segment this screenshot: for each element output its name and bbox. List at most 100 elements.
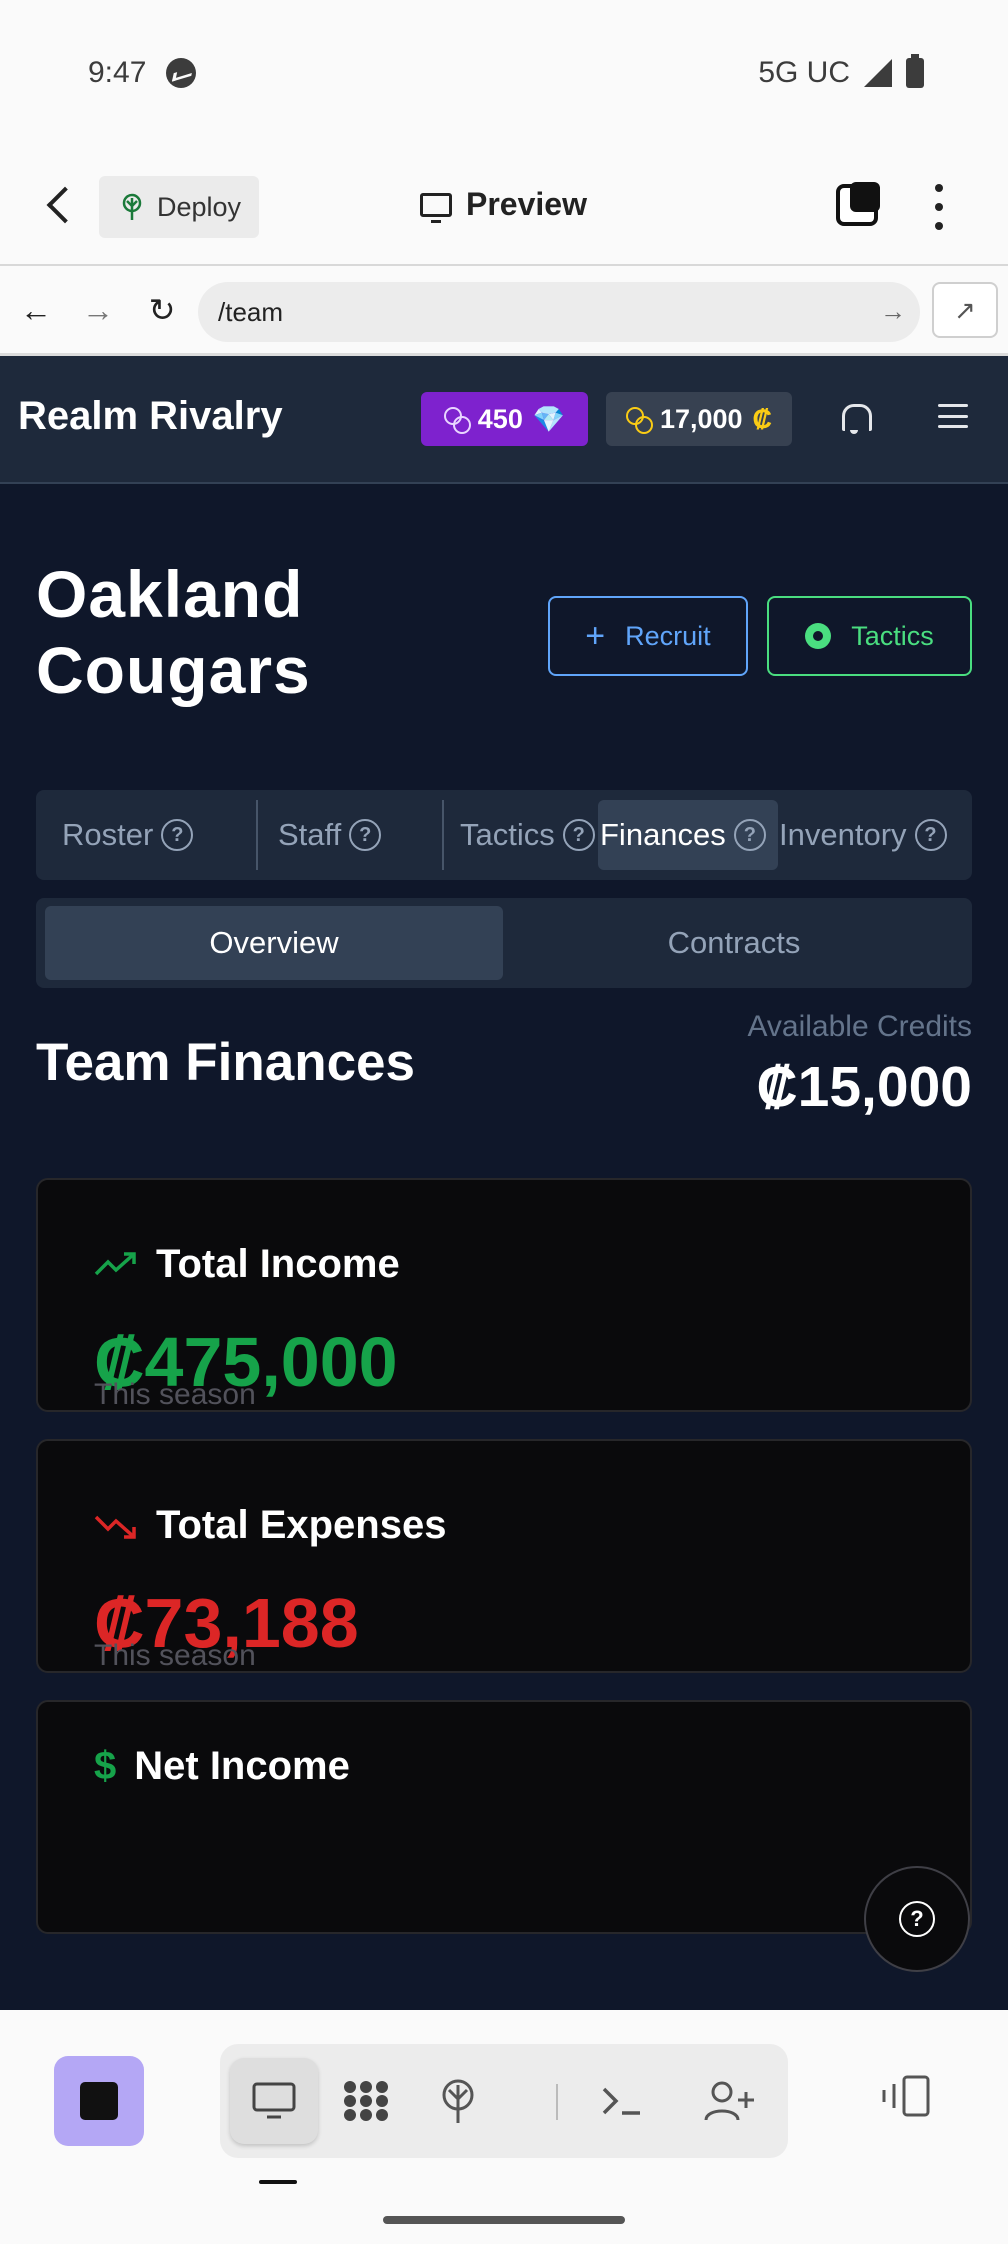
preview-title[interactable]: Preview bbox=[420, 186, 587, 223]
help-floating-button[interactable]: ? bbox=[864, 1866, 970, 1972]
deploy-tool-button[interactable] bbox=[414, 2058, 502, 2144]
url-text: /team bbox=[218, 296, 284, 327]
open-external-icon[interactable]: ↗ bbox=[932, 282, 998, 338]
help-circle-icon: ? bbox=[899, 1901, 935, 1937]
help-circle-icon[interactable]: ? bbox=[161, 819, 194, 851]
credit-symbol: ₡ bbox=[752, 403, 773, 434]
income-card: Total Income ₡475,000 This season bbox=[36, 1178, 972, 1412]
expenses-label: Total Expenses bbox=[156, 1503, 447, 1547]
tab-roster-label: Roster bbox=[62, 817, 154, 852]
reload-icon[interactable]: ↻ bbox=[140, 288, 184, 332]
messenger-icon bbox=[166, 58, 196, 88]
toolbar-divider bbox=[556, 2084, 558, 2120]
terminal-icon bbox=[602, 2087, 640, 2115]
income-period: This season bbox=[94, 1378, 256, 1411]
signal-icon bbox=[864, 59, 892, 87]
subtab-contracts[interactable]: Contracts bbox=[505, 906, 963, 980]
credits-badge[interactable]: 17,000 ₡ bbox=[606, 392, 792, 446]
more-options-icon[interactable] bbox=[934, 184, 944, 230]
deploy-label: Deploy bbox=[157, 191, 242, 222]
battery-icon bbox=[906, 54, 924, 88]
plus-icon: + bbox=[585, 617, 606, 655]
console-tool-button[interactable] bbox=[578, 2058, 666, 2144]
gems-badge[interactable]: 450 💎 bbox=[421, 392, 588, 446]
help-circle-icon[interactable]: ? bbox=[733, 819, 766, 851]
income-label: Total Income bbox=[156, 1242, 400, 1286]
deploy-button[interactable]: Deploy bbox=[99, 176, 259, 238]
invite-user-button[interactable] bbox=[686, 2058, 774, 2144]
tabs-switcher-icon[interactable] bbox=[836, 182, 880, 226]
home-indicator[interactable] bbox=[383, 2216, 625, 2224]
expenses-card-header: Total Expenses bbox=[94, 1503, 446, 1548]
tab-staff[interactable]: Staff ? bbox=[258, 800, 444, 870]
device-layout-icon[interactable] bbox=[880, 2074, 932, 2128]
bottom-toolbar bbox=[0, 2010, 1008, 2244]
split-view-icon bbox=[882, 2075, 930, 2117]
bell-icon[interactable] bbox=[838, 400, 872, 436]
hamburger-menu-icon[interactable] bbox=[938, 404, 968, 428]
income-card-header: Total Income bbox=[94, 1242, 400, 1287]
available-credits-value: ₡15,000 bbox=[756, 1055, 972, 1119]
gear-icon bbox=[805, 623, 832, 649]
status-indicators: 5G UC bbox=[758, 54, 924, 90]
status-bar: 9:47 5G UC bbox=[0, 0, 1008, 150]
tab-finances-label: Finances bbox=[600, 817, 726, 852]
expenses-card: Total Expenses ₡73,188 This season bbox=[36, 1439, 972, 1673]
net-income-card: $ Net Income bbox=[36, 1700, 972, 1934]
monitor-icon bbox=[420, 192, 452, 223]
tab-inventory-label: Inventory bbox=[779, 817, 907, 852]
preview-tool-button[interactable] bbox=[230, 2058, 318, 2144]
tab-inventory[interactable]: Inventory ? bbox=[779, 800, 969, 870]
app-bar: Deploy Preview bbox=[0, 150, 1008, 266]
tab-staff-label: Staff bbox=[278, 817, 342, 852]
browser-forward-icon[interactable]: → bbox=[76, 288, 120, 332]
monitor-icon bbox=[252, 2082, 296, 2119]
trending-up-icon bbox=[94, 1251, 136, 1275]
coins-icon bbox=[625, 407, 653, 434]
nodes-icon bbox=[344, 2081, 388, 2121]
section-title: Team Finances bbox=[36, 1033, 415, 1092]
recruit-button[interactable]: + Recruit bbox=[548, 596, 748, 676]
available-credits-label: Available Credits bbox=[747, 1010, 972, 1043]
help-circle-icon[interactable]: ? bbox=[562, 819, 595, 851]
sub-tabs: Overview Contracts bbox=[36, 898, 972, 988]
preview-label: Preview bbox=[466, 186, 587, 222]
site-header: Realm Rivalry 450 💎 17,000 ₡ bbox=[0, 356, 1008, 484]
tactics-button[interactable]: Tactics bbox=[767, 596, 972, 676]
stop-icon bbox=[80, 2082, 118, 2120]
tab-tactics-label: Tactics bbox=[460, 817, 555, 852]
gem-icon: 💎 bbox=[532, 403, 566, 434]
active-indicator bbox=[259, 2180, 297, 2184]
tool-group bbox=[220, 2044, 788, 2158]
deploy-tree-icon bbox=[122, 193, 142, 220]
brand-logo[interactable]: Realm Rivalry bbox=[18, 394, 283, 439]
tactics-label: Tactics bbox=[851, 620, 934, 651]
credits-count: 17,000 bbox=[659, 403, 743, 434]
help-circle-icon[interactable]: ? bbox=[914, 819, 947, 851]
browser-url-bar: ← → ↻ /team → ↗ bbox=[0, 268, 1008, 356]
modules-tool-button[interactable] bbox=[322, 2058, 410, 2144]
main-tabs: Roster ? Staff ? Tactics ? Finances ? In… bbox=[36, 790, 972, 880]
net-income-label: Net Income bbox=[134, 1744, 350, 1788]
url-input[interactable]: /team → bbox=[198, 282, 920, 342]
url-go-icon[interactable]: → bbox=[880, 296, 906, 327]
tab-finances[interactable]: Finances ? bbox=[598, 800, 778, 870]
team-name: Oakland Cougars bbox=[36, 557, 311, 707]
help-circle-icon[interactable]: ? bbox=[349, 819, 382, 851]
status-time: 9:47 bbox=[88, 56, 147, 89]
expenses-period: This season bbox=[94, 1639, 256, 1672]
gems-count: 450 bbox=[477, 403, 523, 434]
browser-back-icon[interactable]: ← bbox=[14, 288, 58, 332]
net-income-card-header: $ Net Income bbox=[94, 1744, 350, 1789]
web-app-viewport: Realm Rivalry 450 💎 17,000 ₡ Oakland Cou… bbox=[0, 356, 1008, 2010]
recruit-label: Recruit bbox=[625, 620, 711, 651]
back-arrow-icon[interactable] bbox=[46, 186, 84, 224]
tab-roster[interactable]: Roster ? bbox=[62, 800, 258, 870]
subtab-overview[interactable]: Overview bbox=[45, 906, 503, 980]
add-user-icon bbox=[704, 2081, 754, 2121]
stop-button[interactable] bbox=[54, 2056, 144, 2146]
deploy-tree-icon bbox=[442, 2079, 474, 2123]
trending-down-icon bbox=[94, 1515, 136, 1539]
dollar-icon: $ bbox=[94, 1744, 117, 1788]
currency-icon bbox=[443, 407, 471, 434]
